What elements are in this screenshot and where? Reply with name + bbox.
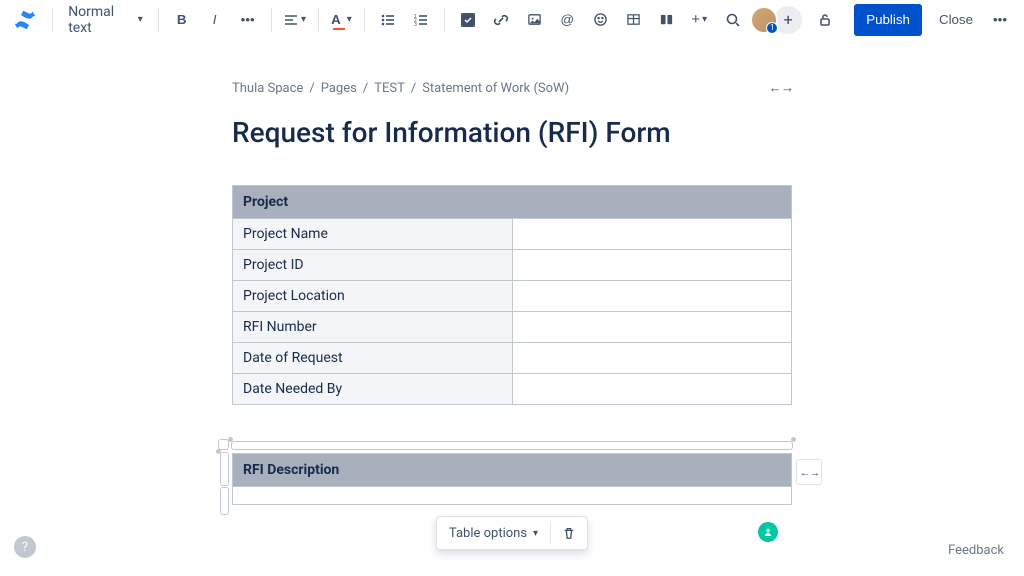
rfi-table-header[interactable]: RFI Description [233,454,792,487]
row-label[interactable]: RFI Number [233,312,513,343]
avatar-badge: 1 [766,22,778,34]
link-button[interactable] [485,4,517,36]
editor-toolbar: Normal text ▾ B I ••• ▾ A ▾ 123 @ [0,0,1024,40]
page-width-toggle[interactable]: ← → [769,80,792,96]
table-button[interactable] [617,4,649,36]
table-options-dropdown[interactable]: Table options ▾ [437,517,550,549]
avatar-group: 1 + [750,6,802,34]
text-color-dropdown[interactable]: A ▾ [325,4,357,36]
layouts-button[interactable] [650,4,682,36]
row-label[interactable]: Date of Request [233,343,513,374]
chevron-down-icon: ▾ [347,14,352,25]
image-button[interactable] [518,4,550,36]
bullet-list-button[interactable] [372,4,404,36]
chevron-down-icon: ▾ [702,14,707,25]
row-value[interactable] [512,219,792,250]
table-row[interactable]: Date Needed By [233,374,792,405]
row-value[interactable] [512,312,792,343]
rfi-description-table[interactable]: RFI Description [232,453,792,505]
row-value[interactable] [233,487,792,505]
mention-button[interactable]: @ [551,4,583,36]
action-item-button[interactable] [452,4,484,36]
emoji-button[interactable] [584,4,616,36]
table-row[interactable] [233,487,792,505]
find-replace-button[interactable] [717,4,749,36]
publish-button[interactable]: Publish [854,4,922,36]
table-column-handle[interactable] [231,441,793,450]
chevron-down-icon: ▾ [533,528,538,539]
separator [52,8,53,32]
more-actions-button[interactable]: ••• [984,4,1016,36]
bold-button[interactable]: B [166,4,198,36]
row-value[interactable] [512,281,792,312]
text-style-label: Normal text [68,4,132,36]
table-row[interactable]: RFI Number [233,312,792,343]
row-label[interactable]: Project Location [233,281,513,312]
content-scroll-area[interactable]: Thula Space / Pages / TEST / Statement o… [0,40,1024,576]
close-button[interactable]: Close [929,4,983,36]
feedback-link[interactable]: Feedback [948,543,1004,558]
more-formatting-button[interactable]: ••• [232,4,264,36]
help-button[interactable]: ? [14,536,36,558]
numbered-list-button[interactable]: 123 [405,4,437,36]
row-label[interactable]: Project Name [233,219,513,250]
separator [158,8,159,32]
row-value[interactable] [512,250,792,281]
table-row[interactable]: Project ID [233,250,792,281]
row-value[interactable] [512,343,792,374]
table-row-handle[interactable] [220,487,229,515]
svg-text:3: 3 [414,22,417,28]
separator [271,8,272,32]
project-table-header[interactable]: Project [233,186,792,219]
table-row[interactable]: Date of Request [233,343,792,374]
table-options-label: Table options [449,526,527,541]
table-delete-button[interactable] [551,517,587,549]
table-insert-dot[interactable] [228,437,233,442]
breadcrumb-space[interactable]: Thula Space [232,81,303,96]
italic-button[interactable]: I [199,4,231,36]
project-table[interactable]: Project Project Name Project ID Project … [232,185,792,405]
table-row[interactable]: Project Location [233,281,792,312]
page-content: Thula Space / Pages / TEST / Statement o… [122,40,902,576]
user-avatar[interactable]: 1 [750,6,778,34]
table-width-toggle[interactable]: ← → [796,459,822,485]
confluence-logo-icon[interactable] [14,8,35,32]
invite-button[interactable]: + [774,6,802,34]
chevron-down-icon: ▾ [138,14,143,25]
table-floating-toolbar: Table options ▾ [436,516,588,550]
row-label[interactable]: Project ID [233,250,513,281]
breadcrumb-pages[interactable]: Pages [321,81,357,96]
separator [318,8,319,32]
table-insert-dot[interactable] [216,449,221,454]
separator [444,8,445,32]
breadcrumb: Thula Space / Pages / TEST / Statement o… [232,81,569,96]
row-label[interactable]: Date Needed By [233,374,513,405]
table-row[interactable]: Project Name [233,219,792,250]
align-dropdown[interactable]: ▾ [279,4,311,36]
restrictions-button[interactable] [809,4,841,36]
page-title[interactable]: Request for Information (RFI) Form [232,116,792,149]
selected-table-wrap: RFI Description ← → [232,453,792,505]
row-value[interactable] [512,374,792,405]
breadcrumb-row: Thula Space / Pages / TEST / Statement o… [232,80,792,96]
separator [364,8,365,32]
breadcrumb-current[interactable]: Statement of Work (SoW) [422,81,569,96]
text-style-dropdown[interactable]: Normal text ▾ [60,4,151,36]
table-row-handle[interactable] [220,452,229,486]
presence-indicator[interactable] [758,522,778,542]
breadcrumb-parent[interactable]: TEST [374,81,405,96]
chevron-down-icon: ▾ [301,14,306,25]
insert-dropdown[interactable]: + ▾ [683,4,715,36]
table-insert-dot[interactable] [791,437,796,442]
